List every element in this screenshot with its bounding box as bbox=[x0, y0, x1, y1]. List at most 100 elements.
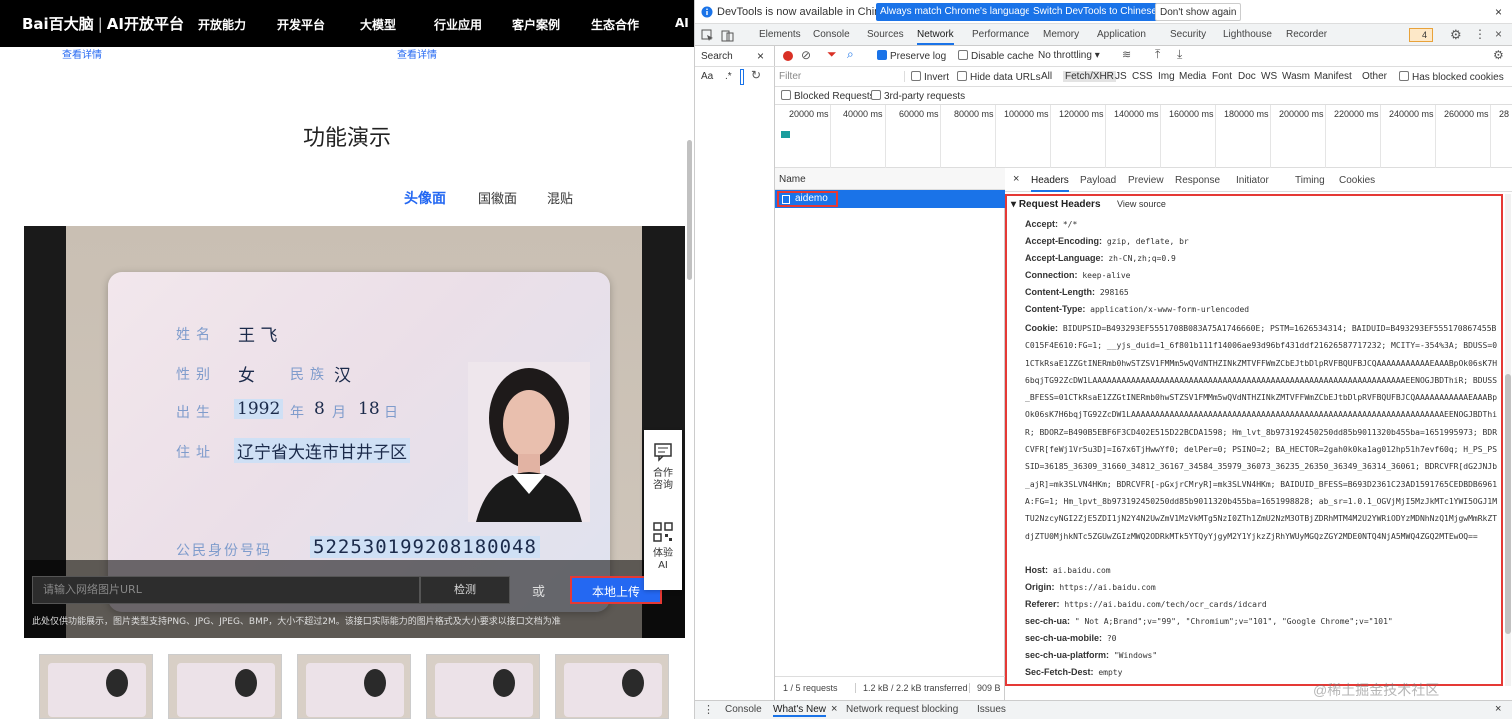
close-drawer-icon[interactable]: × bbox=[1495, 703, 1501, 715]
nav-item-open-capability[interactable]: 开放能力 bbox=[198, 16, 246, 33]
close-search-icon[interactable]: × bbox=[757, 49, 764, 63]
request-headers-toggle[interactable]: ▾ Request Headers bbox=[1011, 199, 1101, 210]
drawer-tab-console[interactable]: Console bbox=[725, 704, 762, 715]
more-options-icon[interactable]: ⋮ bbox=[1474, 27, 1486, 41]
filter-doc[interactable]: Doc bbox=[1238, 71, 1256, 82]
filter-all[interactable]: All bbox=[1041, 71, 1052, 82]
tab-front-side[interactable]: 头像面 bbox=[404, 188, 446, 208]
issues-badge[interactable]: 4 bbox=[1409, 28, 1433, 42]
preserve-log-checkbox[interactable]: Preserve log bbox=[877, 50, 946, 62]
filter-img[interactable]: Img bbox=[1158, 71, 1175, 82]
disable-cache-checkbox[interactable]: Disable cache bbox=[958, 50, 1034, 62]
tab-initiator[interactable]: Initiator bbox=[1236, 175, 1269, 186]
tab-preview[interactable]: Preview bbox=[1128, 175, 1164, 186]
network-settings-gear-icon[interactable]: ⚙ bbox=[1493, 48, 1504, 62]
network-conditions-icon[interactable]: ≋ bbox=[1122, 48, 1131, 61]
sample-thumbnail[interactable] bbox=[555, 654, 669, 719]
search-input[interactable] bbox=[740, 69, 744, 85]
sample-thumbnail[interactable] bbox=[168, 654, 282, 719]
filter-other[interactable]: Other bbox=[1362, 71, 1387, 82]
network-toolbar: ⊘ ⏷ ⌕ Preserve log Disable cache No thro… bbox=[775, 46, 1512, 67]
sample-thumbnail[interactable] bbox=[39, 654, 153, 719]
page-scrollbar[interactable] bbox=[687, 140, 692, 280]
invert-checkbox[interactable]: Invert bbox=[911, 71, 949, 83]
settings-gear-icon[interactable]: ⚙ bbox=[1450, 27, 1462, 43]
filter-css[interactable]: CSS bbox=[1132, 71, 1153, 82]
tab-back-side[interactable]: 国徽面 bbox=[478, 188, 517, 207]
drawer-tab-request-blocking[interactable]: Network request blocking bbox=[846, 704, 958, 715]
baidu-ai-logo[interactable]: Bai百大脑 | AI开放平台 bbox=[22, 13, 184, 34]
switch-chinese-button[interactable]: Switch DevTools to Chinese bbox=[1029, 3, 1161, 21]
record-icon[interactable] bbox=[783, 51, 793, 61]
nav-item-ecosystem[interactable]: 生态合作 bbox=[591, 16, 639, 33]
nav-item-ai[interactable]: AI bbox=[675, 16, 689, 30]
export-har-icon[interactable]: ⤓ bbox=[1177, 47, 1182, 62]
filter-media[interactable]: Media bbox=[1179, 71, 1206, 82]
inspect-element-icon[interactable] bbox=[701, 29, 714, 42]
drawer-menu-icon[interactable]: ⋮ bbox=[703, 703, 714, 716]
blocked-requests-checkbox[interactable]: Blocked Requests bbox=[781, 90, 875, 102]
view-source-link[interactable]: View source bbox=[1117, 199, 1166, 209]
import-har-icon[interactable]: ⤒ bbox=[1155, 47, 1160, 62]
sample-thumbnail[interactable] bbox=[297, 654, 411, 719]
network-timeline[interactable]: 20000 ms 40000 ms 60000 ms 80000 ms 1000… bbox=[775, 105, 1512, 168]
close-infobar-icon[interactable]: × bbox=[1495, 5, 1502, 19]
refresh-icon[interactable]: ↻ bbox=[751, 68, 761, 82]
match-case-toggle[interactable]: Aa bbox=[701, 71, 713, 82]
tab-lighthouse[interactable]: Lighthouse bbox=[1223, 29, 1272, 40]
tab-network[interactable]: Network bbox=[917, 29, 954, 45]
drawer-tab-whats-new[interactable]: What's New bbox=[773, 704, 827, 717]
tab-cookies[interactable]: Cookies bbox=[1339, 175, 1375, 186]
view-details-link[interactable]: 查看详情 bbox=[62, 46, 102, 61]
image-url-input[interactable]: 请输入网络图片URL bbox=[32, 576, 420, 604]
device-toolbar-icon[interactable] bbox=[721, 29, 734, 42]
filter-ws[interactable]: WS bbox=[1261, 71, 1277, 82]
match-language-button[interactable]: Always match Chrome's language bbox=[876, 3, 1035, 21]
name-column-header[interactable]: Name bbox=[775, 168, 1005, 190]
view-details-link[interactable]: 查看详情 bbox=[397, 46, 437, 61]
tab-headers[interactable]: Headers bbox=[1031, 175, 1069, 192]
filter-js[interactable]: JS bbox=[1115, 71, 1127, 82]
tab-sources[interactable]: Sources bbox=[867, 29, 904, 40]
filter-icon[interactable]: ⏷ bbox=[827, 47, 837, 62]
tab-console[interactable]: Console bbox=[813, 29, 850, 40]
close-detail-icon[interactable]: × bbox=[1013, 173, 1019, 185]
filter-font[interactable]: Font bbox=[1212, 71, 1232, 82]
nav-item-industry[interactable]: 行业应用 bbox=[434, 16, 482, 33]
detail-scrollbar[interactable] bbox=[1505, 194, 1511, 686]
hide-data-urls-checkbox[interactable]: Hide data URLs bbox=[957, 71, 1041, 83]
dont-show-again-button[interactable]: Don't show again bbox=[1155, 3, 1242, 21]
nav-item-dev-platform[interactable]: 开发平台 bbox=[277, 16, 325, 33]
devtools-tabs: Elements Console Sources Network Perform… bbox=[695, 24, 1512, 46]
close-whats-new-icon[interactable]: × bbox=[831, 703, 837, 715]
throttling-select[interactable]: No throttling ▾ bbox=[1038, 50, 1100, 61]
third-party-checkbox[interactable]: 3rd-party requests bbox=[871, 90, 965, 102]
nav-item-cases[interactable]: 客户案例 bbox=[512, 16, 560, 33]
filter-input[interactable]: Filter bbox=[779, 71, 905, 82]
tab-elements[interactable]: Elements bbox=[759, 29, 801, 40]
tab-performance[interactable]: Performance bbox=[972, 29, 1029, 40]
filter-manifest[interactable]: Manifest bbox=[1314, 71, 1352, 82]
tab-memory[interactable]: Memory bbox=[1043, 29, 1079, 40]
tab-response[interactable]: Response bbox=[1175, 175, 1220, 186]
request-row[interactable]: aidemo bbox=[775, 190, 1005, 208]
sample-thumbnail[interactable] bbox=[426, 654, 540, 719]
tab-security[interactable]: Security bbox=[1170, 29, 1206, 40]
has-blocked-cookies-checkbox[interactable]: Has blocked cookies bbox=[1399, 71, 1504, 83]
search-icon[interactable]: ⌕ bbox=[847, 47, 854, 62]
drawer-tab-issues[interactable]: Issues bbox=[977, 704, 1006, 715]
clear-icon[interactable]: ⊘ bbox=[801, 48, 811, 62]
tab-payload[interactable]: Payload bbox=[1080, 175, 1116, 186]
filter-wasm[interactable]: Wasm bbox=[1282, 71, 1310, 82]
tab-timing[interactable]: Timing bbox=[1295, 175, 1325, 186]
tab-application[interactable]: Application bbox=[1097, 29, 1146, 40]
consult-item[interactable]: 合作咨询 bbox=[644, 442, 682, 494]
try-ai-item[interactable]: 体验AI bbox=[644, 522, 682, 574]
regex-toggle[interactable]: .* bbox=[725, 71, 732, 82]
filter-fetch-xhr[interactable]: Fetch/XHR bbox=[1063, 71, 1116, 82]
tab-mixed[interactable]: 混贴 bbox=[547, 188, 573, 207]
nav-item-large-model[interactable]: 大模型 bbox=[360, 16, 396, 33]
close-devtools-icon[interactable]: × bbox=[1495, 27, 1502, 41]
detect-button[interactable]: 检测 bbox=[420, 576, 510, 604]
tab-recorder[interactable]: Recorder bbox=[1286, 29, 1327, 40]
